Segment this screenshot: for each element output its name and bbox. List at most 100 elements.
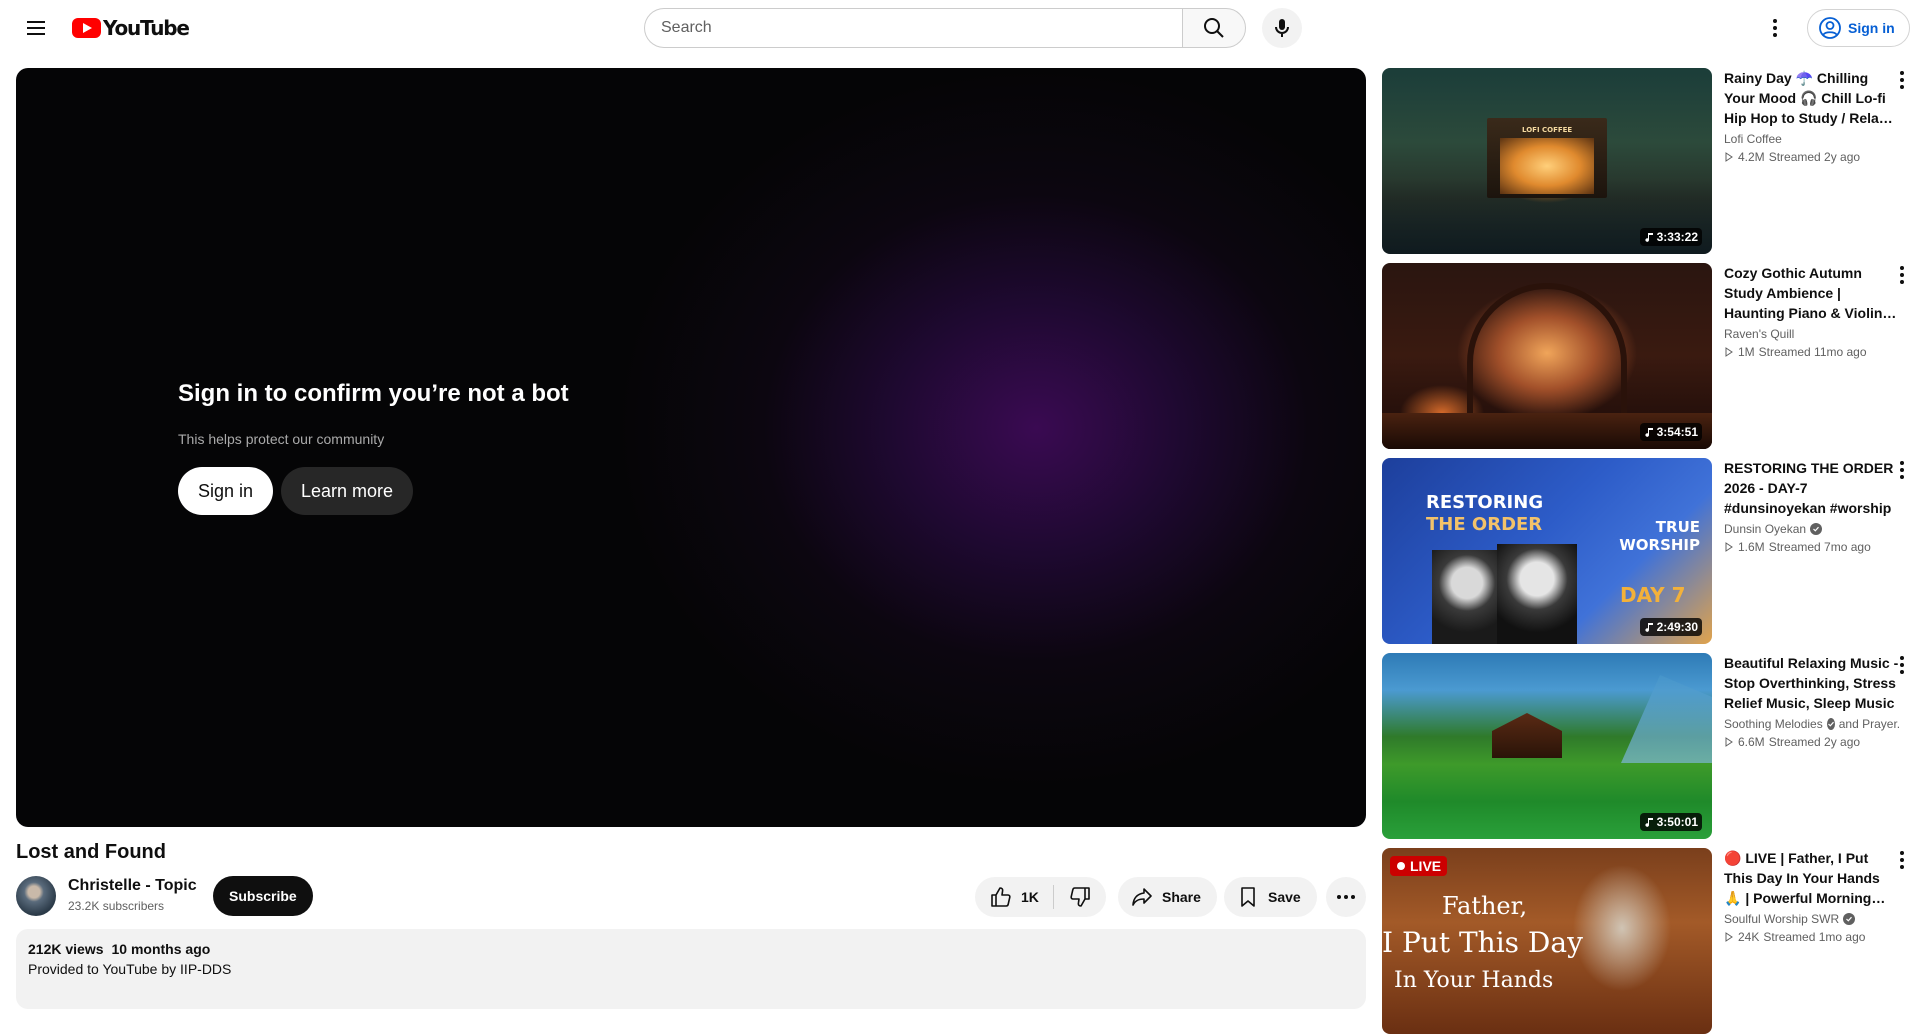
video-duration: 3:33:22 — [1639, 228, 1702, 246]
related-video-item[interactable]: LOFI COFFEE 3:33:22 Rainy Day ☂️ Chillin… — [1382, 68, 1912, 254]
related-video-title[interactable]: Cozy Gothic Autumn Study Ambience | Haun… — [1724, 263, 1899, 323]
related-video-title[interactable]: RESTORING THE ORDER 2026 - DAY-7 #dunsin… — [1724, 458, 1899, 518]
vertical-dots-icon — [1900, 461, 1904, 479]
like-button[interactable]: 1K — [975, 877, 1053, 917]
channel-avatar[interactable] — [16, 876, 56, 916]
thumbnail-arch-window — [1467, 283, 1627, 423]
related-age: Streamed 11mo ago — [1758, 345, 1867, 359]
youtube-logo[interactable]: YouTube — [72, 16, 190, 40]
related-video-item[interactable]: 3:50:01 Beautiful Relaxing Music - Stop … — [1382, 653, 1912, 839]
live-badge: LIVE — [1390, 856, 1448, 876]
menu-button[interactable] — [16, 8, 56, 48]
duration-text: 3:54:51 — [1656, 425, 1698, 439]
subscribe-button[interactable]: Subscribe — [213, 876, 313, 916]
search-input[interactable] — [644, 8, 1182, 48]
related-channel-name[interactable]: Lofi Coffee — [1724, 132, 1899, 146]
related-video-title[interactable]: 🔴 LIVE | Father, I Put This Day In Your … — [1724, 848, 1899, 908]
microphone-icon — [1275, 19, 1289, 37]
related-channel-name[interactable]: Raven's Quill — [1724, 327, 1899, 341]
related-channel-text: Soulful Worship SWR — [1724, 912, 1840, 926]
channel-name[interactable]: Christelle - Topic — [68, 877, 197, 895]
description-meta: 212K views 10 months ago — [28, 941, 1354, 957]
related-more-button[interactable] — [1892, 458, 1912, 482]
music-note-icon — [1645, 818, 1653, 827]
thumbnail-sign-text: LOFI COFFEE — [1522, 126, 1573, 134]
video-thumbnail[interactable]: 3:50:01 — [1382, 653, 1712, 839]
related-more-button[interactable] — [1892, 653, 1912, 677]
account-icon — [1819, 17, 1841, 39]
video-thumbnail[interactable]: LIVE Father, I Put This Day In Your Hand… — [1382, 848, 1712, 1034]
thumbnail-text-line2: THE ORDER — [1426, 514, 1543, 535]
thumbnail-day-text: DAY 7 — [1620, 583, 1686, 607]
header-sign-in-button[interactable]: Sign in — [1807, 9, 1910, 47]
thumbnail-mountain — [1621, 675, 1712, 763]
related-more-button[interactable] — [1892, 848, 1912, 872]
share-icon — [1132, 888, 1152, 906]
related-video-title[interactable]: Rainy Day ☂️ Chilling Your Mood 🎧 Chill … — [1724, 68, 1899, 128]
search-bar — [644, 8, 1246, 48]
play-icon — [1725, 152, 1733, 162]
bot-check-subtitle: This helps protect our community — [178, 431, 385, 447]
dislike-button[interactable] — [1054, 877, 1106, 917]
description-text: Provided to YouTube by IIP-DDS — [28, 961, 232, 977]
related-channel-name[interactable]: Soothing Melodies and Prayer... — [1724, 717, 1899, 731]
thumbnail-text-line1: Father, — [1442, 892, 1528, 920]
related-views: 6.6M — [1738, 735, 1765, 749]
masthead: YouTube Sign in — [0, 0, 1920, 56]
description-box[interactable]: 212K views 10 months ago Provided to YouT… — [16, 929, 1366, 1009]
related-channel-name[interactable]: Dunsin Oyekan — [1724, 522, 1899, 536]
live-dot-icon — [1397, 862, 1405, 870]
related-channel-name[interactable]: Soulful Worship SWR — [1724, 912, 1899, 926]
music-note-icon — [1645, 428, 1653, 437]
play-icon — [1725, 347, 1733, 357]
thumbnail-person-1 — [1432, 550, 1502, 644]
thumbnail-window-glow — [1500, 138, 1594, 194]
live-label: LIVE — [1410, 858, 1442, 874]
bot-check-title: Sign in to confirm you’re not a bot — [178, 380, 569, 407]
video-meta: 🔴 LIVE | Father, I Put This Day In Your … — [1724, 848, 1899, 944]
video-thumbnail[interactable]: LOFI COFFEE 3:33:22 — [1382, 68, 1712, 254]
player-sign-in-button[interactable]: Sign in — [178, 467, 274, 515]
search-button[interactable] — [1182, 8, 1246, 48]
duration-text: 2:49:30 — [1656, 620, 1698, 634]
related-video-stats: 1M Streamed 11mo ago — [1724, 345, 1899, 359]
play-icon — [1725, 542, 1733, 552]
bookmark-icon — [1241, 887, 1255, 907]
music-note-icon — [1645, 623, 1653, 632]
music-note-icon — [1645, 233, 1653, 242]
like-dislike-group: 1K — [975, 877, 1106, 917]
subscriber-count: 23.2K subscribers — [68, 899, 165, 913]
share-button[interactable]: Share — [1118, 877, 1217, 917]
thumbnail-text-line3: In Your Hands — [1394, 968, 1554, 993]
thumbs-down-icon — [1070, 887, 1090, 907]
voice-search-button[interactable] — [1262, 8, 1302, 48]
vertical-dots-icon — [1900, 266, 1904, 284]
related-video-item[interactable]: LIVE Father, I Put This Day In Your Hand… — [1382, 848, 1912, 1034]
share-label: Share — [1162, 889, 1201, 905]
related-video-stats: 24K Streamed 1mo ago — [1724, 930, 1899, 944]
related-views: 24K — [1738, 930, 1760, 944]
video-player[interactable]: Sign in to confirm you’re not a bot This… — [16, 68, 1366, 827]
thumbnail-text-line1: RESTORING — [1426, 492, 1544, 513]
horizontal-dots-icon — [1337, 895, 1355, 899]
video-thumbnail[interactable]: 3:54:51 — [1382, 263, 1712, 449]
video-thumbnail[interactable]: RESTORING THE ORDER TRUE WORSHIP DAY 7 2… — [1382, 458, 1712, 644]
related-channel-text: Lofi Coffee — [1724, 132, 1782, 146]
video-meta: Cozy Gothic Autumn Study Ambience | Haun… — [1724, 263, 1899, 359]
related-age: Streamed 1mo ago — [1763, 930, 1866, 944]
view-count: 212K views — [28, 941, 104, 957]
related-age: Streamed 7mo ago — [1768, 540, 1871, 554]
related-video-item[interactable]: 3:54:51 Cozy Gothic Autumn Study Ambienc… — [1382, 263, 1912, 449]
related-more-button[interactable] — [1892, 263, 1912, 287]
settings-more-button[interactable] — [1755, 8, 1795, 48]
related-more-button[interactable] — [1892, 68, 1912, 92]
youtube-play-icon — [72, 18, 101, 38]
vertical-dots-icon — [1773, 19, 1777, 37]
learn-more-button[interactable]: Learn more — [281, 467, 414, 515]
related-video-item[interactable]: RESTORING THE ORDER TRUE WORSHIP DAY 7 2… — [1382, 458, 1912, 644]
verified-icon — [1810, 523, 1823, 535]
more-actions-button[interactable] — [1326, 877, 1366, 917]
save-button[interactable]: Save — [1224, 877, 1317, 917]
related-views: 1M — [1738, 345, 1755, 359]
related-video-title[interactable]: Beautiful Relaxing Music - Stop Overthin… — [1724, 653, 1899, 713]
